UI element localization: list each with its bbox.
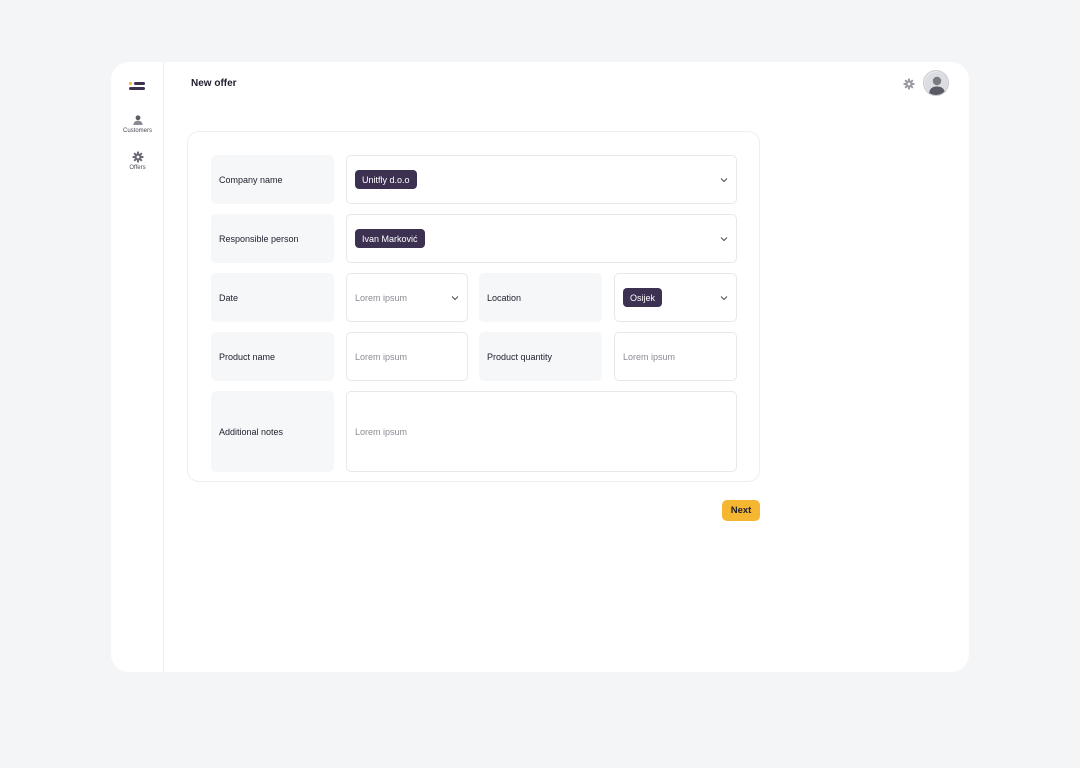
- next-button[interactable]: Next: [722, 500, 760, 521]
- page-title: New offer: [191, 78, 237, 89]
- avatar[interactable]: [923, 70, 949, 96]
- location-select[interactable]: Osijek: [614, 273, 737, 322]
- company-name-chip: Unitfly d.o.o: [355, 170, 417, 189]
- location-label: Location: [479, 273, 602, 322]
- responsible-person-select[interactable]: Ivan Marković: [346, 214, 737, 263]
- product-name-label: Product name: [211, 332, 334, 381]
- product-quantity-input[interactable]: Lorem ipsum: [614, 332, 737, 381]
- chevron-down-icon: [451, 295, 459, 300]
- date-placeholder: Lorem ipsum: [355, 292, 408, 303]
- product-quantity-placeholder: Lorem ipsum: [623, 351, 676, 362]
- gear-icon: [132, 151, 144, 163]
- product-quantity-label: Product quantity: [479, 332, 602, 381]
- logo[interactable]: [129, 82, 145, 90]
- sidebar-item-label: Customers: [122, 128, 152, 134]
- sidebar: Customers Offers: [111, 62, 164, 672]
- sidebar-item-offers[interactable]: Offers: [111, 151, 164, 171]
- sidebar-item-label: Offers: [129, 165, 146, 171]
- user-icon: [132, 114, 144, 126]
- additional-notes-placeholder: Lorem ipsum: [355, 426, 408, 437]
- product-name-placeholder: Lorem ipsum: [355, 351, 408, 362]
- settings-icon[interactable]: [903, 77, 915, 90]
- product-name-input[interactable]: Lorem ipsum: [346, 332, 468, 381]
- responsible-person-label: Responsible person: [211, 214, 334, 263]
- chevron-down-icon: [720, 236, 728, 241]
- company-name-select[interactable]: Unitfly d.o.o: [346, 155, 737, 204]
- date-select[interactable]: Lorem ipsum: [346, 273, 468, 322]
- additional-notes-label: Additional notes: [211, 391, 334, 472]
- sidebar-item-customers[interactable]: Customers: [111, 114, 164, 134]
- chevron-down-icon: [720, 295, 728, 300]
- additional-notes-textarea[interactable]: Lorem ipsum: [346, 391, 737, 472]
- offer-form: Company name Unitfly d.o.o Responsible p…: [187, 131, 760, 482]
- location-chip: Osijek: [623, 288, 663, 307]
- date-label: Date: [211, 273, 334, 322]
- company-name-label: Company name: [211, 155, 334, 204]
- chevron-down-icon: [720, 177, 728, 182]
- responsible-person-chip: Ivan Marković: [355, 229, 425, 248]
- app-window: Customers Offers New offer Company name …: [111, 62, 969, 672]
